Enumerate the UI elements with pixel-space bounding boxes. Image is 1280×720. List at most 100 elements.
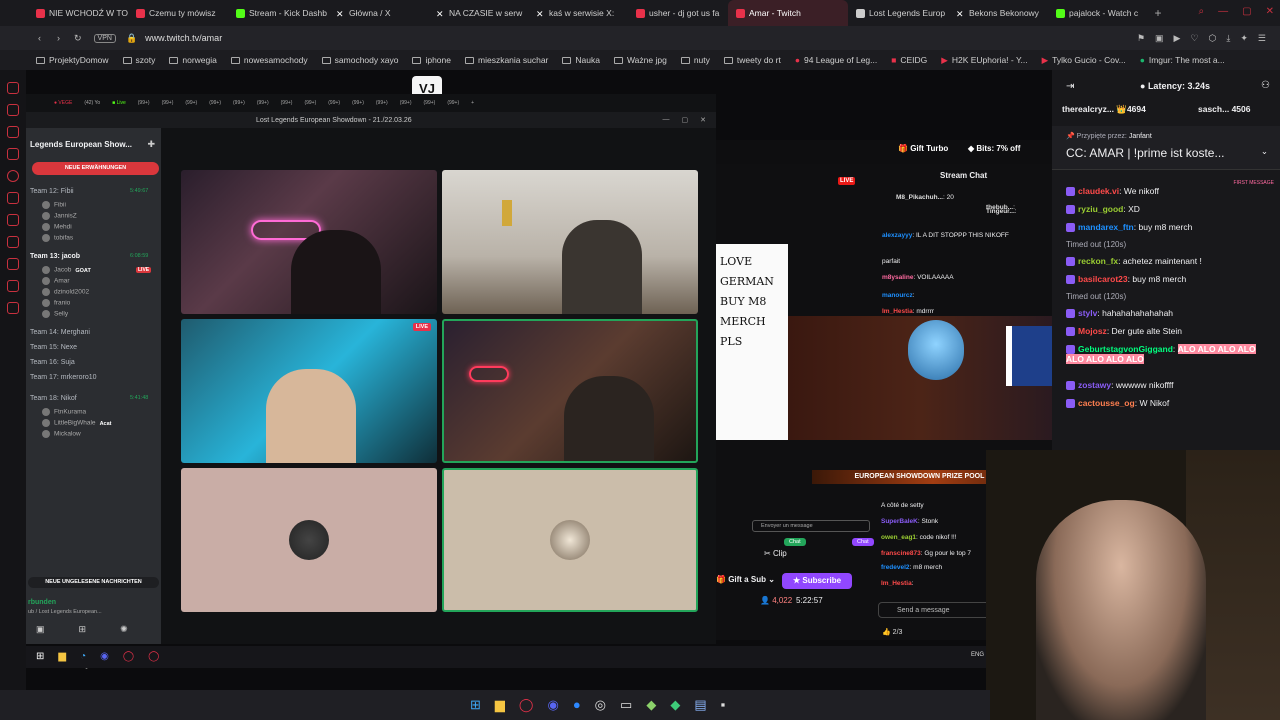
- bookmark-item[interactable]: tweety do rt: [723, 55, 781, 65]
- notepad-icon[interactable]: ▤: [694, 697, 706, 713]
- voice-member[interactable]: Amar: [42, 277, 70, 285]
- activity-icon[interactable]: ✺: [120, 624, 128, 635]
- app-icon[interactable]: ◆: [670, 697, 680, 713]
- chat-username[interactable]: Im_Hestia: [882, 308, 913, 315]
- sidebar-app-icon[interactable]: [7, 214, 19, 226]
- bookmark-item[interactable]: Nauka: [562, 55, 600, 65]
- back-icon[interactable]: ‹: [38, 33, 41, 43]
- explorer-icon[interactable]: ▆: [495, 697, 505, 713]
- voice-member[interactable]: FtnKurama: [42, 408, 86, 416]
- chat-button[interactable]: Chat: [852, 538, 874, 546]
- chat-username[interactable]: claudek.vi: [1078, 186, 1119, 196]
- video-tile[interactable]: [181, 170, 437, 314]
- start-icon[interactable]: ⊞: [36, 651, 44, 662]
- top-chatter[interactable]: therealcryz... 👑4694: [1062, 104, 1146, 115]
- sidebar-app-icon[interactable]: [7, 82, 19, 94]
- bookmark-item[interactable]: ■ CEIDG: [891, 55, 927, 65]
- bookmark-icon[interactable]: ⚑: [1137, 33, 1145, 44]
- box-icon[interactable]: ⬡: [1209, 33, 1217, 44]
- bits-button[interactable]: ◆ Bits: 7% off: [968, 144, 1020, 153]
- clip-button[interactable]: ✂ Clip: [764, 549, 787, 558]
- opera-icon[interactable]: ◯: [519, 697, 534, 713]
- chat-username[interactable]: reckon_fx: [1078, 256, 1118, 266]
- explorer-icon[interactable]: ▆: [58, 651, 66, 662]
- sidebar-app-icon[interactable]: [7, 170, 19, 182]
- chat-username[interactable]: owen_eag1: [881, 534, 916, 541]
- chat-username[interactable]: m8ysaline: [882, 274, 913, 281]
- chat-username[interactable]: mandarex_ftn: [1078, 222, 1134, 232]
- maximize-icon[interactable]: ▢: [1242, 6, 1251, 17]
- browser-tab[interactable]: ✕ Główna / X: [328, 0, 428, 26]
- voice-channel[interactable]: Team 13: jacob: [30, 253, 80, 260]
- camera-icon[interactable]: ▣: [1155, 33, 1164, 44]
- sidebar-app-icon[interactable]: [7, 148, 19, 160]
- chat-username[interactable]: Im_Hestia: [881, 580, 912, 587]
- bookmark-item[interactable]: norwegia: [169, 55, 217, 65]
- forward-icon[interactable]: ›: [57, 33, 60, 43]
- voice-member[interactable]: Mehdi: [42, 223, 72, 231]
- bookmark-item[interactable]: ● Imgur: The most a...: [1140, 55, 1225, 65]
- browser-tab[interactable]: Stream - Kick Dashb: [228, 0, 328, 26]
- voice-member[interactable]: Jacob GOAT: [42, 266, 91, 274]
- voice-channel[interactable]: Team 17: mrkeroro10: [30, 374, 97, 381]
- add-friend-icon[interactable]: ✚: [147, 139, 155, 150]
- subscribe-button[interactable]: ★ Subscribe: [782, 573, 852, 589]
- chat-username[interactable]: GeburtstagvonGiggand: [1078, 344, 1173, 354]
- browser-tab[interactable]: usher - dj got us fa: [628, 0, 728, 26]
- ai-icon[interactable]: ✦: [1240, 33, 1248, 44]
- chat-username[interactable]: franscine873: [881, 550, 921, 557]
- bookmark-item[interactable]: ProjektyDomow: [36, 55, 109, 65]
- voice-member[interactable]: Fibii: [42, 201, 66, 209]
- vpn-badge[interactable]: VPN: [93, 33, 116, 43]
- voice-member[interactable]: LittleBigWhale Acat: [42, 419, 111, 427]
- voice-member[interactable]: Mickalow: [42, 430, 81, 438]
- voice-channel[interactable]: Team 14: Merghani: [30, 329, 90, 336]
- chat-toggle[interactable]: Chat: [784, 538, 806, 546]
- app-icon[interactable]: ▪: [721, 697, 726, 713]
- enter-message-field[interactable]: Envoyer un message: [752, 520, 870, 532]
- app-icon[interactable]: ◯: [148, 651, 159, 662]
- minimize-icon[interactable]: —: [663, 116, 670, 124]
- download-icon[interactable]: ⤓: [1226, 33, 1230, 44]
- audio-tile[interactable]: [442, 468, 698, 612]
- heart-icon[interactable]: ♡: [1190, 33, 1198, 44]
- bookmark-item[interactable]: nuty: [680, 55, 710, 65]
- video-tile[interactable]: [442, 170, 698, 314]
- pinned-message[interactable]: 📌 Przypięte przez: Janfant CC: AMAR | !p…: [1052, 126, 1280, 170]
- messenger-icon[interactable]: ●: [573, 697, 581, 713]
- chat-username[interactable]: Mojosz: [1078, 326, 1107, 336]
- sidebar-app-icon[interactable]: [7, 104, 19, 116]
- new-mentions-bar[interactable]: NEUE ERWÄHNUNGEN: [32, 162, 159, 175]
- gift-sub-button[interactable]: 🎁 Gift a Sub ⌄: [716, 575, 775, 584]
- app-icon[interactable]: ◆: [646, 697, 656, 713]
- collapse-icon[interactable]: ⇥: [1066, 81, 1074, 92]
- chat-username[interactable]: Tingeur...: [986, 208, 1015, 215]
- top-chatter[interactable]: sasch... 4506: [1198, 104, 1250, 114]
- sidebar-app-icon[interactable]: [7, 236, 19, 248]
- app-icon[interactable]: ◔: [80, 651, 86, 662]
- server-header[interactable]: Legends European Show...: [30, 140, 132, 149]
- screenshare-icon[interactable]: ⊞: [79, 624, 87, 635]
- menu-icon[interactable]: ☰: [1258, 33, 1266, 44]
- bookmark-item[interactable]: samochody xayo: [321, 55, 398, 65]
- browser-tab[interactable]: ✕ Bekons Bekonowy: [948, 0, 1048, 26]
- minimize-icon[interactable]: —: [1218, 6, 1228, 17]
- sidebar-app-icon[interactable]: [7, 258, 19, 270]
- voice-member[interactable]: JannisZ: [42, 212, 77, 220]
- start-icon[interactable]: ⊞: [470, 697, 481, 713]
- voice-channel[interactable]: Team 18: Nikof: [30, 395, 77, 402]
- video-tile-speaking[interactable]: [442, 319, 698, 463]
- maximize-icon[interactable]: ▢: [682, 116, 689, 124]
- sidebar-app-icon[interactable]: [7, 302, 19, 314]
- browser-tab[interactable]: ✕ NA CZASIE w serw: [428, 0, 528, 26]
- browser-tab[interactable]: Czemu ty mówisz: [128, 0, 228, 26]
- send-message-field[interactable]: Send a message: [878, 602, 994, 618]
- bookmark-item[interactable]: szoty: [122, 55, 155, 65]
- chat-username[interactable]: alexzayyy: [882, 232, 912, 239]
- bookmark-item[interactable]: ▶ Tylko Gucio - Cov...: [1042, 55, 1126, 66]
- search-icon[interactable]: ⌕: [1199, 6, 1205, 17]
- camera-icon[interactable]: ▣: [36, 624, 45, 635]
- browser-tab-active[interactable]: Amar - Twitch: [728, 0, 848, 26]
- voice-member[interactable]: Selly: [42, 310, 68, 318]
- voice-member[interactable]: franio: [42, 299, 70, 307]
